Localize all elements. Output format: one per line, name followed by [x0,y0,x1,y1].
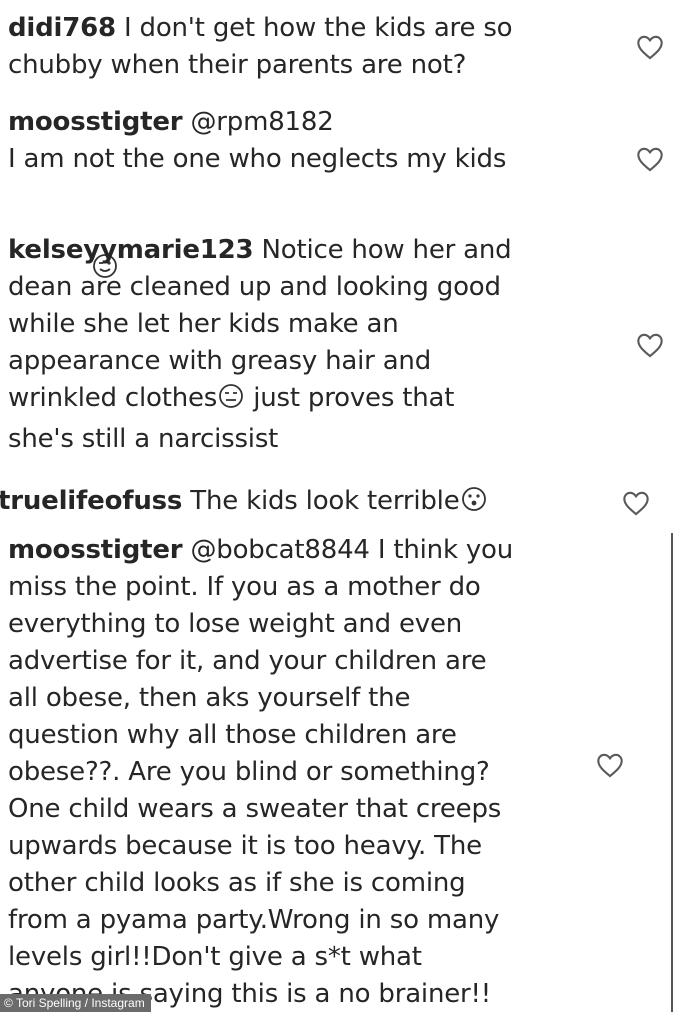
comment-line: I am not the one who neglects my kids [8,144,507,174]
comment-line: miss the point. If you as a mother do [8,572,481,602]
comment-line: moosstigter @rpm8182 [8,104,506,141]
comment-line: all obese, then aks yourself the [8,683,411,713]
comment-username[interactable]: moosstigter [8,535,183,565]
comment-text: @bobcat8844 I think you [182,535,514,565]
comment-line: wrinkled clothes just proves that [8,380,512,421]
comment-username[interactable]: didi768 [8,13,116,43]
comment-line: other child looks as if she is coming [8,868,466,898]
comment-line: levels girl!!Don't give a s*t what [8,942,422,972]
comment-text: just proves that [245,383,455,413]
comment-line: One child wears a sweater that creeps [8,794,502,824]
like-heart-icon[interactable] [636,146,664,172]
photo-credit: © Tori Spelling / Instagram [0,994,151,1012]
like-heart-icon[interactable] [622,490,650,516]
like-heart-icon[interactable] [636,332,664,358]
like-heart-icon[interactable] [596,752,624,778]
comment-line: she's still a narcissist [8,424,279,454]
comment-username[interactable]: moosstigter [8,107,183,137]
comment-1: didi768 I don't get how the kids are so … [8,10,513,84]
comment-username[interactable]: kelseyymarie123 [8,235,254,265]
comment-line: appearance with greasy hair and [8,346,432,376]
comment-3: kelseyymarie123 Notice how her and dean … [8,232,512,458]
comment-5: moosstigter @bobcat8844 I think you miss… [8,532,513,1013]
comment-4: truelifeofuss The kids look terrible [0,483,488,524]
comment-line: kelseyymarie123 Notice how her and [8,232,512,269]
comment-line: moosstigter @bobcat8844 I think you [8,532,513,569]
expressionless-face-icon [217,382,245,421]
thread-divider [671,533,673,1012]
comment-line: everything to lose weight and even [8,609,463,639]
comment-text: The kids look terrible [182,486,460,516]
surprised-face-icon [460,485,488,524]
comment-line: dean are cleaned up and looking good [8,272,501,302]
comment-text: Notice how her and [253,235,512,265]
comment-line: obese??. Are you blind or something? [8,757,490,787]
comment-text: wrinkled clothes [8,383,218,413]
comment-line: advertise for it, and your children are [8,646,487,676]
comment-line: upwards because it is too heavy. The [8,831,482,861]
comment-line: question why all those children are [8,720,457,750]
comment-username[interactable]: truelifeofuss [0,486,182,516]
comment-text: @rpm8182 [182,107,334,137]
comment-text: I don't get how the kids are so [115,13,513,43]
comment-line: didi768 I don't get how the kids are so [8,10,513,47]
comment-line: chubby when their parents are not? [8,50,467,80]
comment-line: truelifeofuss The kids look terrible [0,483,488,524]
comment-line: while she let her kids make an [8,309,399,339]
comment-line: from a pyama party.Wrong in so many [8,905,500,935]
like-heart-icon[interactable] [636,34,664,60]
